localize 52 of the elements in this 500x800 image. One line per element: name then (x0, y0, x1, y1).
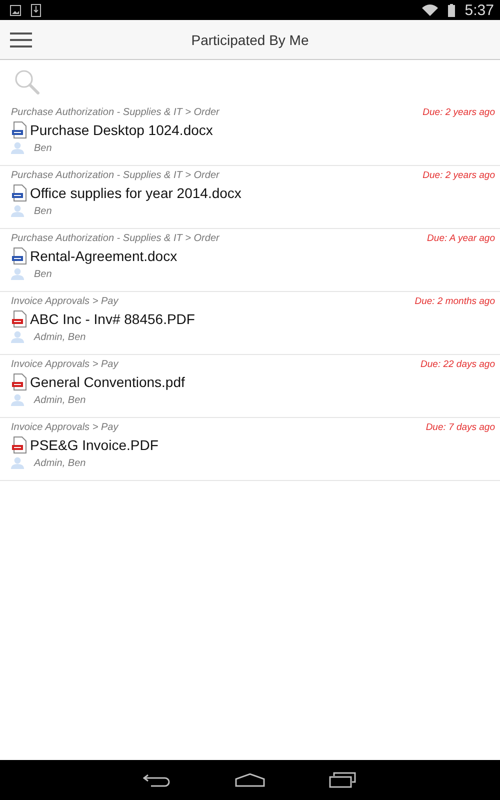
participants: Admin, Ben (34, 458, 86, 468)
task-list-item[interactable]: Invoice Approvals > Pay Due: 2 months ago ABC Inc - Inv# 88456.PDF Admin, Ben (0, 292, 500, 355)
screen-title: Participated By Me (191, 32, 309, 48)
task-list-item[interactable]: Invoice Approvals > Pay Due: 7 days ago PSE&G Invoice.PDF Admin, Ben (0, 418, 500, 481)
participants: Ben (34, 268, 52, 280)
pdf-file-icon (11, 373, 28, 391)
battery-icon (448, 4, 455, 16)
due-date: Due: 2 years ago (422, 107, 495, 118)
person-icon (11, 331, 24, 343)
person-icon (11, 394, 24, 406)
back-icon[interactable] (143, 773, 171, 787)
pdf-file-icon (11, 310, 28, 328)
workflow-path: Purchase Authorization - Supplies & IT > Order (11, 170, 220, 181)
participants: Ben (34, 206, 52, 216)
file-name: PSE&G Invoice.PDF (30, 437, 158, 453)
due-date: Due: A year ago (427, 233, 495, 244)
due-date: Due: 22 days ago (420, 359, 495, 370)
download-notification-icon (31, 4, 41, 16)
menu-button[interactable] (10, 32, 32, 48)
recent-apps-icon[interactable] (329, 772, 357, 788)
task-list-item[interactable]: Invoice Approvals > Pay Due: 22 days ago General Conventions.pdf Admin, Ben (0, 355, 500, 418)
due-date: Due: 2 months ago (414, 296, 495, 307)
workflow-path: Invoice Approvals > Pay (11, 296, 118, 307)
workflow-path: Purchase Authorization - Supplies & IT > Order (11, 107, 220, 118)
person-icon (11, 457, 24, 469)
file-name: General Conventions.pdf (30, 374, 185, 390)
person-icon (11, 268, 24, 280)
person-icon (11, 205, 24, 217)
document-file-icon (11, 184, 28, 202)
participants: Ben (34, 142, 52, 154)
pdf-file-icon (11, 436, 28, 454)
document-file-icon (11, 247, 28, 265)
due-date: Due: 2 years ago (422, 170, 495, 181)
person-icon (11, 142, 24, 154)
home-icon[interactable] (235, 773, 265, 787)
participants: Admin, Ben (34, 394, 86, 406)
file-name: Rental-Agreement.docx (30, 248, 178, 264)
workflow-path: Invoice Approvals > Pay (11, 422, 118, 433)
picture-notification-icon (10, 4, 21, 16)
wifi-icon (422, 4, 438, 16)
task-list-item[interactable]: Purchase Authorization - Supplies & IT > Order Due: 2 years ago Purchase Desktop 1024.docx Ben (0, 103, 500, 166)
due-date: Due: 7 days ago (426, 422, 495, 433)
participants: Admin, Ben (34, 332, 86, 342)
document-file-icon (11, 121, 28, 139)
workflow-path: Purchase Authorization - Supplies & IT > Order (11, 233, 220, 244)
clock-time: 5:37 (464, 2, 494, 18)
file-name: Purchase Desktop 1024.docx (30, 122, 213, 138)
file-name: Office supplies for year 2014.docx (30, 185, 242, 201)
task-list-item[interactable]: Purchase Authorization - Supplies & IT > Order Due: A year ago Rental-Agreement.docx Ben (0, 229, 500, 292)
file-name: ABC Inc - Inv# 88456.PDF (30, 311, 195, 327)
task-list-item[interactable]: Purchase Authorization - Supplies & IT > Order Due: 2 years ago Office supplies for year 2014.docx Ben (0, 166, 500, 229)
workflow-path: Invoice Approvals > Pay (11, 359, 118, 370)
